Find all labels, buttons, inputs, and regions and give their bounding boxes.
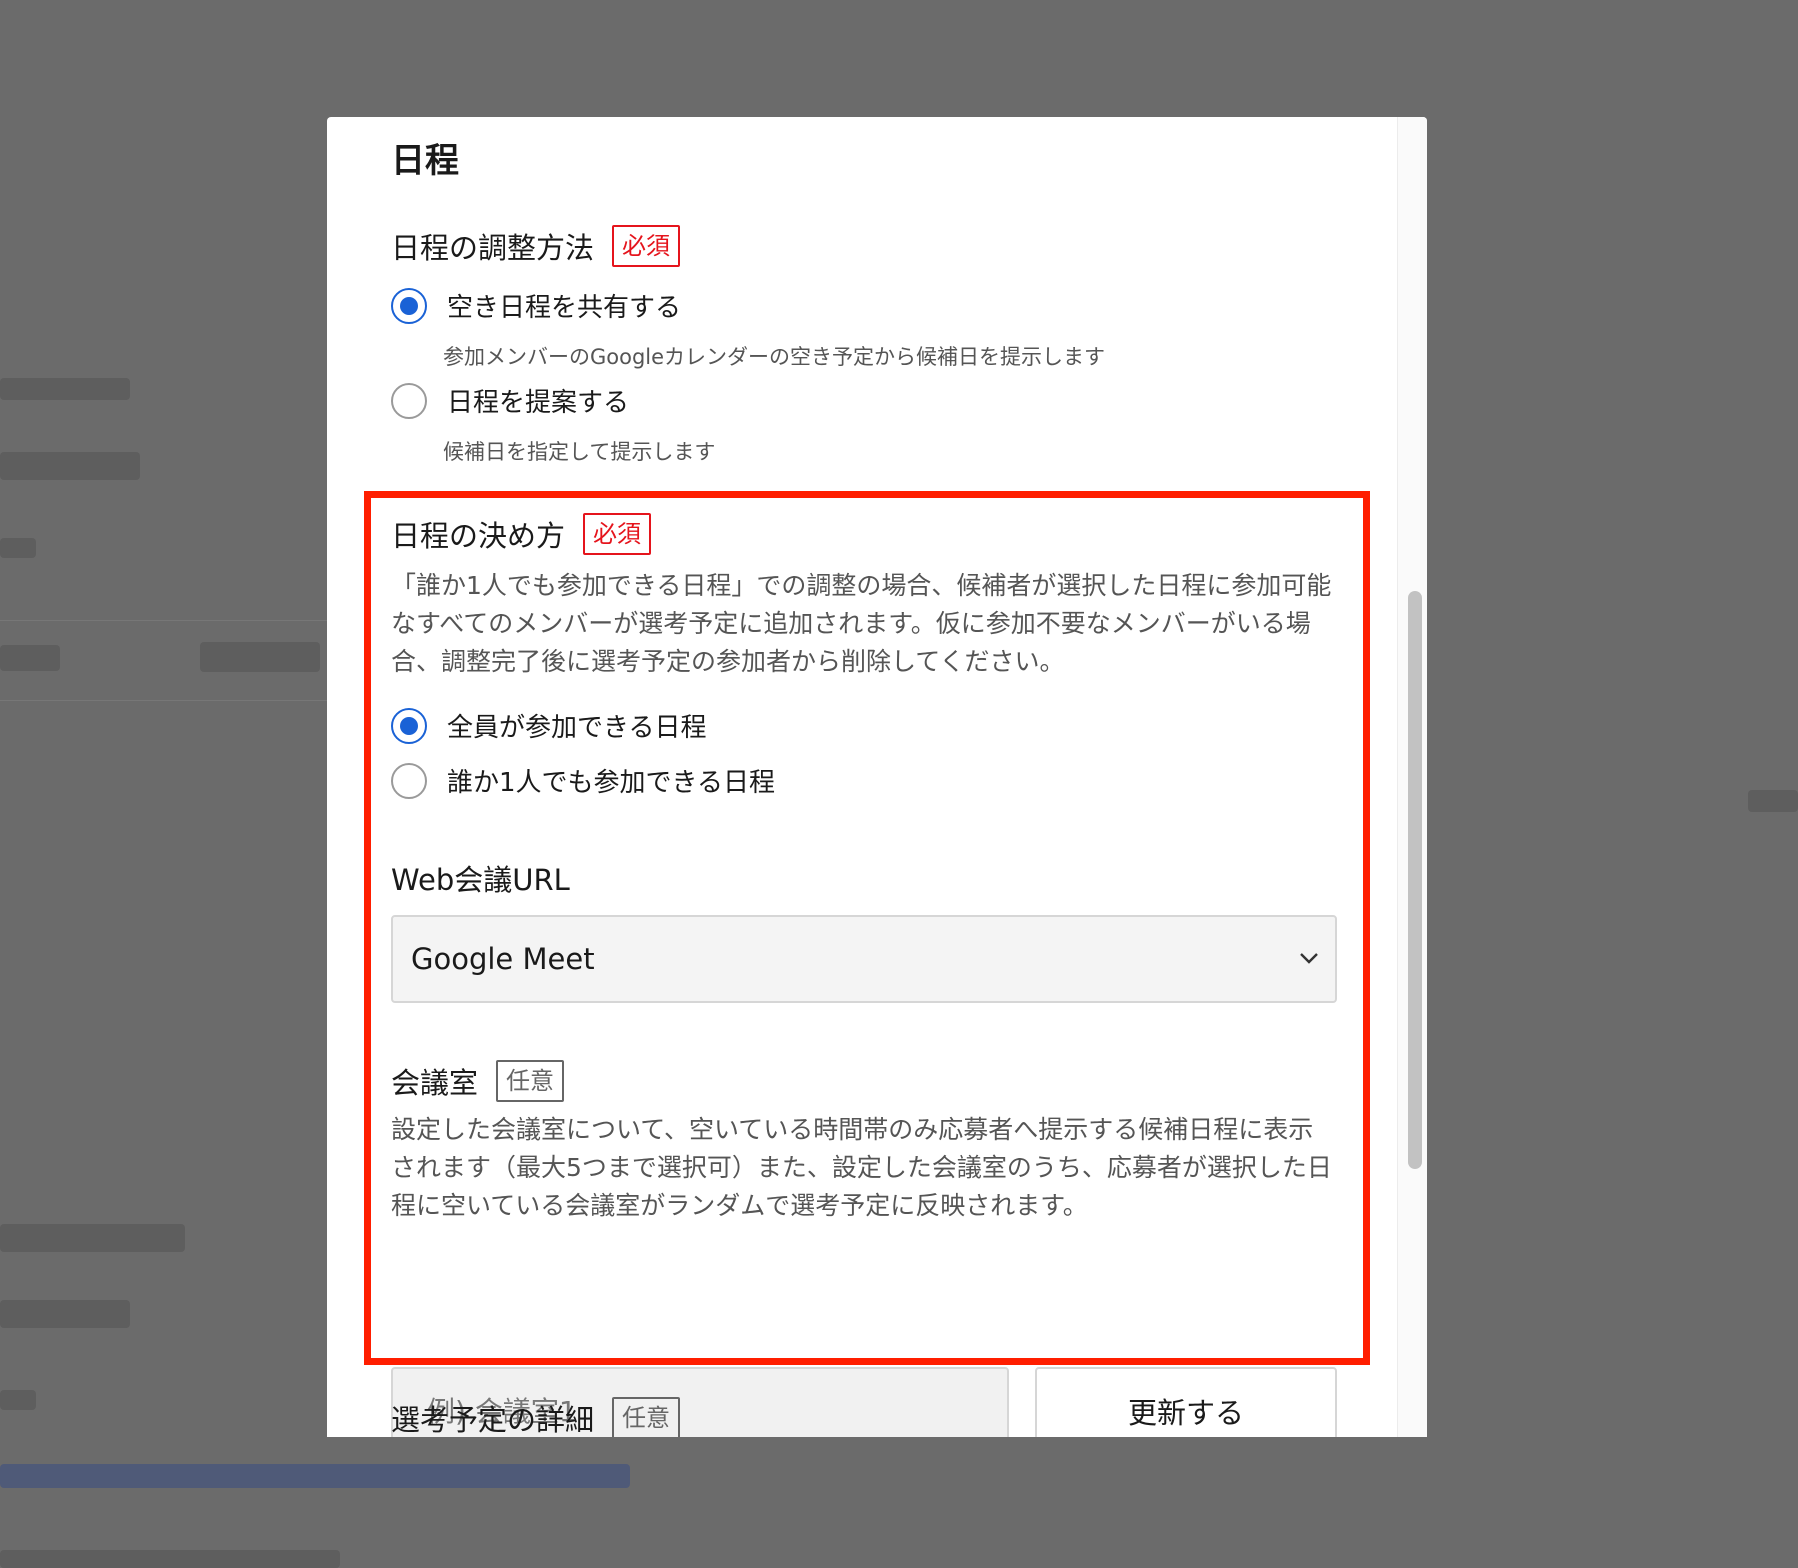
background-text xyxy=(0,452,140,480)
meeting-room-label-text: 会議室 xyxy=(391,1066,479,1100)
radio-unchecked-icon[interactable] xyxy=(391,762,427,799)
required-badge: 必須 xyxy=(612,225,681,267)
background-link xyxy=(0,1464,630,1488)
radio-unchecked-icon[interactable] xyxy=(391,382,427,419)
background-divider xyxy=(0,620,327,621)
background-text xyxy=(0,1300,130,1328)
selection-detail-label-text: 選考予定の詳細 xyxy=(391,1403,595,1437)
radio-hint: 参加メンバーのGoogleカレンダーの空き予定から候補日を提示します xyxy=(443,345,1106,369)
radio-label: 空き日程を共有する xyxy=(447,293,682,323)
radio-hint: 候補日を指定して提示します xyxy=(443,440,716,464)
radio-all-members[interactable]: 全員が参加できる日程 xyxy=(391,707,706,744)
chevron-down-icon xyxy=(1300,953,1318,964)
radio-label: 誰か1人でも参加できる日程 xyxy=(447,768,776,798)
background-text xyxy=(0,1390,36,1410)
background-text xyxy=(0,1224,185,1252)
adjust-method-label: 日程の調整方法 必須 xyxy=(391,225,681,267)
required-badge: 必須 xyxy=(583,513,652,555)
radio-any-one-member[interactable]: 誰か1人でも参加できる日程 xyxy=(391,762,775,799)
background-text xyxy=(0,378,130,400)
radio-propose-dates[interactable]: 日程を提案する xyxy=(391,382,629,419)
web-meeting-label-text: Web会議URL xyxy=(391,863,570,897)
selection-detail-label: 選考予定の詳細 任意 xyxy=(391,1397,681,1437)
background-text xyxy=(1748,790,1798,812)
optional-badge: 任意 xyxy=(612,1397,681,1437)
radio-checked-icon[interactable] xyxy=(391,707,427,744)
background-text xyxy=(0,645,60,671)
scrollbar[interactable] xyxy=(1397,117,1427,1437)
background-divider xyxy=(0,700,327,701)
adjust-method-label-text: 日程の調整方法 xyxy=(391,231,595,265)
section-title: 日程 xyxy=(391,141,459,181)
schedule-modal: 日程 日程の調整方法 必須 空き日程を共有する 参加メンバーのGoogleカレン… xyxy=(327,117,1427,1437)
radio-label: 全員が参加できる日程 xyxy=(447,713,707,743)
meeting-room-description: 設定した会議室について、空いている時間帯のみ応募者へ提示する候補日程に表示されま… xyxy=(391,1115,1332,1220)
background-text xyxy=(200,642,320,672)
decide-method-label-text: 日程の決め方 xyxy=(391,519,566,553)
web-meeting-label: Web会議URL xyxy=(391,857,570,899)
radio-label: 日程を提案する xyxy=(447,388,630,418)
meeting-room-label: 会議室 任意 xyxy=(391,1060,565,1102)
background-text xyxy=(0,538,36,558)
scrollbar-thumb[interactable] xyxy=(1408,591,1422,1169)
decide-method-label: 日程の決め方 必須 xyxy=(391,513,652,555)
radio-checked-icon[interactable] xyxy=(391,287,427,324)
radio-share-free-slots[interactable]: 空き日程を共有する xyxy=(391,287,681,324)
web-meeting-selected-value: Google Meet xyxy=(411,942,595,976)
optional-badge: 任意 xyxy=(496,1060,565,1102)
background-text xyxy=(0,1550,340,1568)
web-meeting-select[interactable]: Google Meet xyxy=(391,915,1337,1003)
update-button[interactable]: 更新する xyxy=(1035,1367,1337,1437)
decide-method-description: 「誰か1人でも参加できる日程」での調整の場合、候補者が選択した日程に参加可能なす… xyxy=(391,571,1332,676)
